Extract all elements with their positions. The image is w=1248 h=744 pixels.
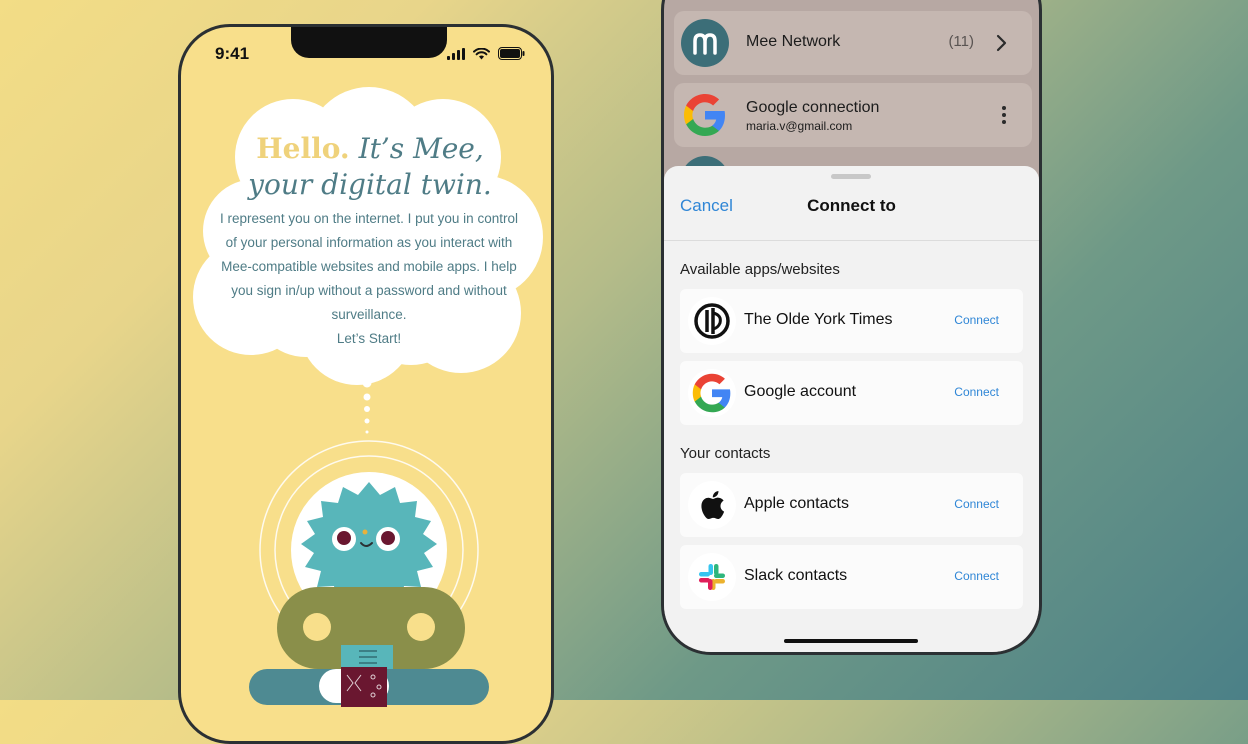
- sheet-title: Connect to: [807, 196, 896, 215]
- google-logo-icon: [688, 369, 736, 417]
- section-your-contacts: Your contacts: [680, 445, 771, 462]
- list-item-email: maria.v@gmail.com: [746, 119, 853, 133]
- onboarding-phone: 9:41 Hello. It’s Mee, your digital twin.…: [178, 24, 554, 744]
- connect-phone: Mee Network (11) Google connection maria…: [661, 0, 1042, 655]
- list-item-google-connection[interactable]: Google connection maria.v@gmail.com: [674, 83, 1032, 147]
- slack-logo-icon: [688, 553, 736, 601]
- list-item-title: Google connection: [746, 99, 880, 116]
- list-item-mee-network[interactable]: Mee Network (11): [674, 11, 1032, 75]
- connect-sheet: Cancel Connect to Available apps/website…: [664, 166, 1039, 652]
- home-indicator: [784, 639, 918, 643]
- mee-character-illustration: [249, 440, 489, 707]
- google-logo-icon: [681, 91, 729, 139]
- contact-name: Slack contacts: [744, 567, 848, 584]
- list-item-title: Mee Network: [746, 33, 841, 50]
- apple-logo-icon: [688, 481, 736, 529]
- connect-button[interactable]: Connect: [954, 385, 999, 399]
- more-vertical-icon[interactable]: [1000, 101, 1008, 129]
- chevron-right-icon: [996, 34, 1007, 52]
- app-name: The Olde York Times: [744, 311, 893, 328]
- section-available-apps: Available apps/websites: [680, 261, 840, 278]
- contact-item-slack: Slack contacts Connect: [680, 545, 1023, 609]
- app-item-google-account: Google account Connect: [680, 361, 1023, 425]
- connect-button[interactable]: Connect: [954, 313, 999, 327]
- app-name: Google account: [744, 383, 857, 400]
- connect-button[interactable]: Connect: [954, 497, 999, 511]
- connections-count: (11): [948, 33, 974, 50]
- olde-york-times-logo-icon: [688, 297, 736, 345]
- app-item-olde-york-times: The Olde York Times Connect: [680, 289, 1023, 353]
- sheet-header: Cancel Connect to: [664, 166, 1039, 241]
- connect-button[interactable]: Connect: [954, 569, 999, 583]
- mee-logo-icon: [681, 19, 729, 67]
- contact-item-apple: Apple contacts Connect: [680, 473, 1023, 537]
- contact-name: Apple contacts: [744, 495, 849, 512]
